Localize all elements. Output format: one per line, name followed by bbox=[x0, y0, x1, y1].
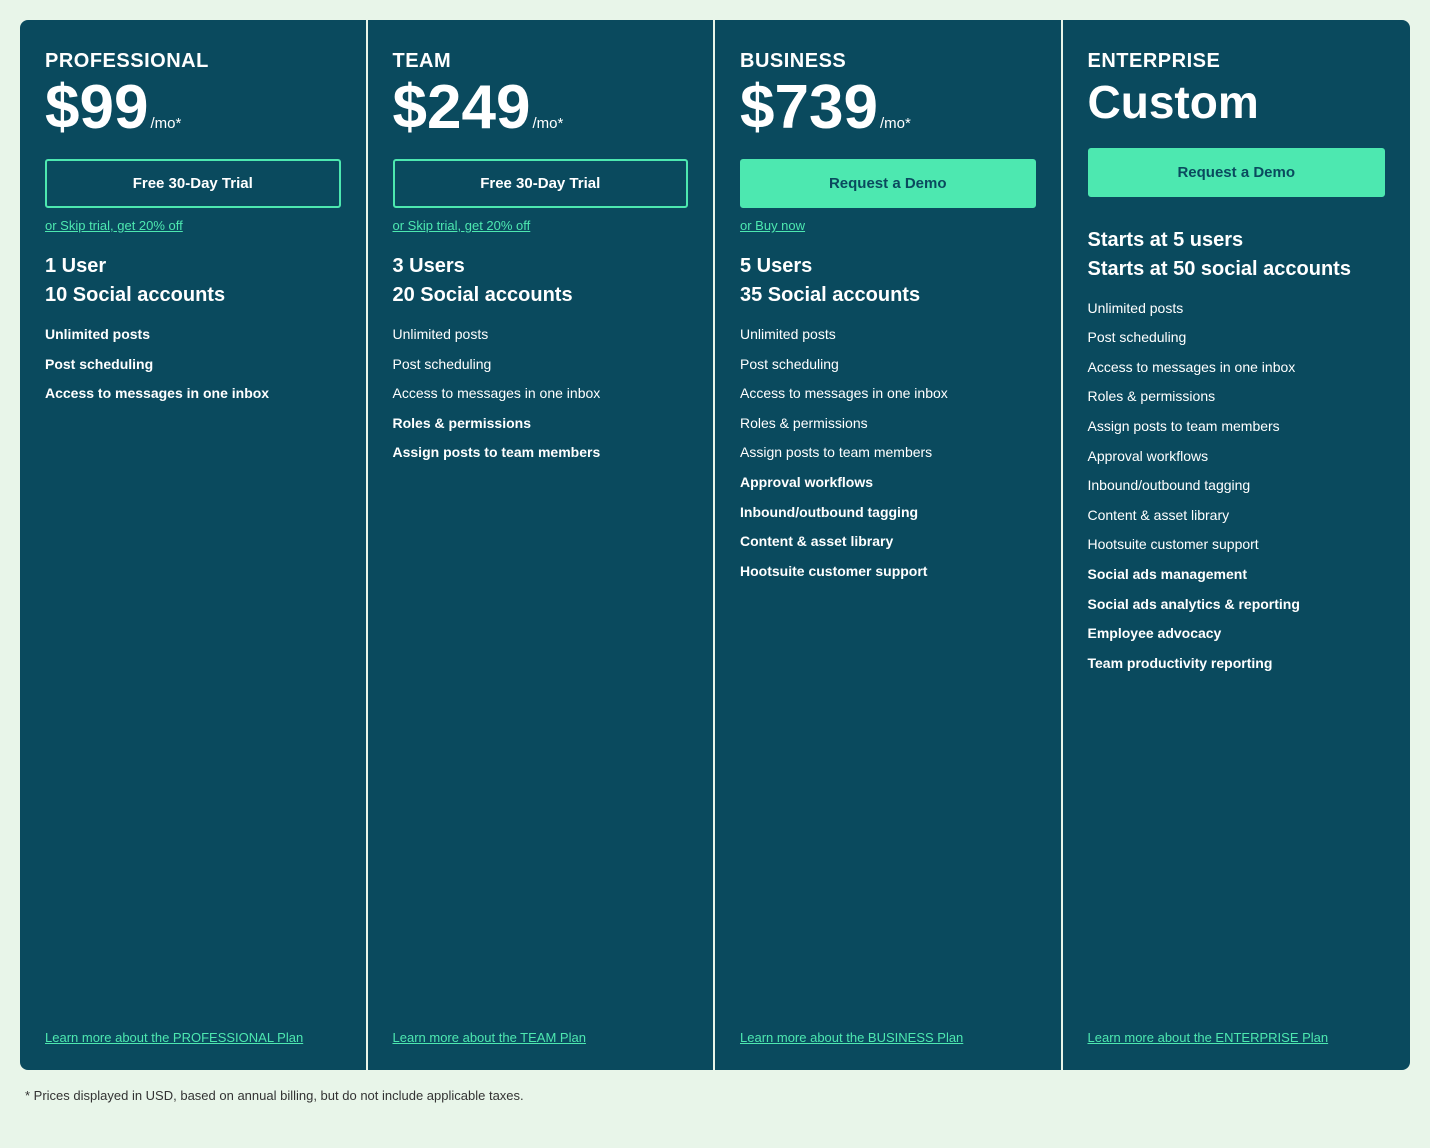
feature-item: Social ads management bbox=[1088, 565, 1386, 585]
users-label-business: 5 Users bbox=[740, 255, 1036, 278]
accounts-label-team: 20 Social accounts bbox=[393, 284, 689, 307]
plan-name-professional: PROFESSIONAL bbox=[45, 50, 341, 73]
users-label-enterprise: Starts at 5 users bbox=[1088, 229, 1386, 252]
plan-card-enterprise: ENTERPRISE Custom Request a Demo Starts at … bbox=[1063, 20, 1411, 1070]
feature-item: Content & asset library bbox=[740, 532, 1036, 552]
feature-list-team: Unlimited posts Post scheduling Access to … bbox=[393, 325, 689, 1010]
feature-item: Approval workflows bbox=[740, 473, 1036, 493]
cta-button-team[interactable]: Free 30-Day Trial bbox=[393, 159, 689, 208]
feature-item: Unlimited posts bbox=[393, 325, 689, 345]
feature-item: Roles & permissions bbox=[393, 414, 689, 434]
feature-item: Social ads analytics & reporting bbox=[1088, 595, 1386, 615]
plan-card-professional: PROFESSIONAL $99/mo* Free 30-Day Trial or S… bbox=[20, 20, 368, 1070]
accounts-label-professional: 10 Social accounts bbox=[45, 284, 341, 307]
plan-name-team: TEAM bbox=[393, 50, 689, 73]
plan-name-business: BUSINESS bbox=[740, 50, 1036, 73]
price-row-business: $739/mo* bbox=[740, 77, 1036, 139]
learn-more-professional[interactable]: Learn more about the PROFESSIONAL Plan bbox=[45, 1010, 341, 1045]
feature-item: Content & asset library bbox=[1088, 506, 1386, 526]
price-amount-business: $739 bbox=[740, 77, 878, 139]
feature-item: Roles & permissions bbox=[1088, 387, 1386, 407]
feature-item: Hootsuite customer support bbox=[1088, 535, 1386, 555]
feature-item: Post scheduling bbox=[45, 355, 341, 375]
feature-item: Inbound/outbound tagging bbox=[740, 503, 1036, 523]
price-amount-professional: $99 bbox=[45, 77, 148, 139]
users-label-team: 3 Users bbox=[393, 255, 689, 278]
feature-item: Post scheduling bbox=[1088, 328, 1386, 348]
feature-item: Unlimited posts bbox=[45, 325, 341, 345]
feature-item: Team productivity reporting bbox=[1088, 654, 1386, 674]
feature-item: Access to messages in one inbox bbox=[393, 384, 689, 404]
price-row-professional: $99/mo* bbox=[45, 77, 341, 139]
plan-price-enterprise: Custom bbox=[1088, 77, 1386, 128]
price-suffix-business: /mo* bbox=[880, 115, 911, 132]
accounts-label-enterprise: Starts at 50 social accounts bbox=[1088, 258, 1386, 281]
cta-button-enterprise[interactable]: Request a Demo bbox=[1088, 148, 1386, 197]
learn-more-team[interactable]: Learn more about the TEAM Plan bbox=[393, 1010, 689, 1045]
feature-item: Access to messages in one inbox bbox=[1088, 358, 1386, 378]
feature-item: Assign posts to team members bbox=[393, 443, 689, 463]
feature-item: Post scheduling bbox=[393, 355, 689, 375]
accounts-label-business: 35 Social accounts bbox=[740, 284, 1036, 307]
skip-link-team[interactable]: or Skip trial, get 20% off bbox=[393, 218, 689, 233]
feature-item: Employee advocacy bbox=[1088, 624, 1386, 644]
feature-item: Access to messages in one inbox bbox=[45, 384, 341, 404]
feature-item: Unlimited posts bbox=[740, 325, 1036, 345]
users-label-professional: 1 User bbox=[45, 255, 341, 278]
learn-more-enterprise[interactable]: Learn more about the ENTERPRISE Plan bbox=[1088, 1010, 1386, 1045]
price-suffix-team: /mo* bbox=[532, 115, 563, 132]
feature-list-enterprise: Unlimited posts Post scheduling Access to … bbox=[1088, 299, 1386, 1010]
feature-item: Access to messages in one inbox bbox=[740, 384, 1036, 404]
plan-card-business: BUSINESS $739/mo* Request a Demo or Buy now… bbox=[715, 20, 1063, 1070]
price-amount-team: $249 bbox=[393, 77, 531, 139]
feature-item: Approval workflows bbox=[1088, 447, 1386, 467]
feature-list-professional: Unlimited posts Post scheduling Access to … bbox=[45, 325, 341, 1010]
feature-item: Roles & permissions bbox=[740, 414, 1036, 434]
pricing-grid: PROFESSIONAL $99/mo* Free 30-Day Trial or S… bbox=[20, 20, 1410, 1070]
price-suffix-professional: /mo* bbox=[150, 115, 181, 132]
footnote: * Prices displayed in USD, based on annu… bbox=[20, 1088, 1410, 1103]
feature-item: Unlimited posts bbox=[1088, 299, 1386, 319]
plan-card-team: TEAM $249/mo* Free 30-Day Trial or Skip tri… bbox=[368, 20, 716, 1070]
feature-item: Post scheduling bbox=[740, 355, 1036, 375]
cta-button-professional[interactable]: Free 30-Day Trial bbox=[45, 159, 341, 208]
skip-link-business[interactable]: or Buy now bbox=[740, 218, 1036, 233]
skip-link-professional[interactable]: or Skip trial, get 20% off bbox=[45, 218, 341, 233]
feature-item: Assign posts to team members bbox=[740, 443, 1036, 463]
feature-list-business: Unlimited posts Post scheduling Access to … bbox=[740, 325, 1036, 1010]
feature-item: Inbound/outbound tagging bbox=[1088, 476, 1386, 496]
feature-item: Hootsuite customer support bbox=[740, 562, 1036, 582]
plan-name-enterprise: ENTERPRISE bbox=[1088, 50, 1386, 73]
learn-more-business[interactable]: Learn more about the BUSINESS Plan bbox=[740, 1010, 1036, 1045]
cta-button-business[interactable]: Request a Demo bbox=[740, 159, 1036, 208]
price-row-team: $249/mo* bbox=[393, 77, 689, 139]
feature-item: Assign posts to team members bbox=[1088, 417, 1386, 437]
